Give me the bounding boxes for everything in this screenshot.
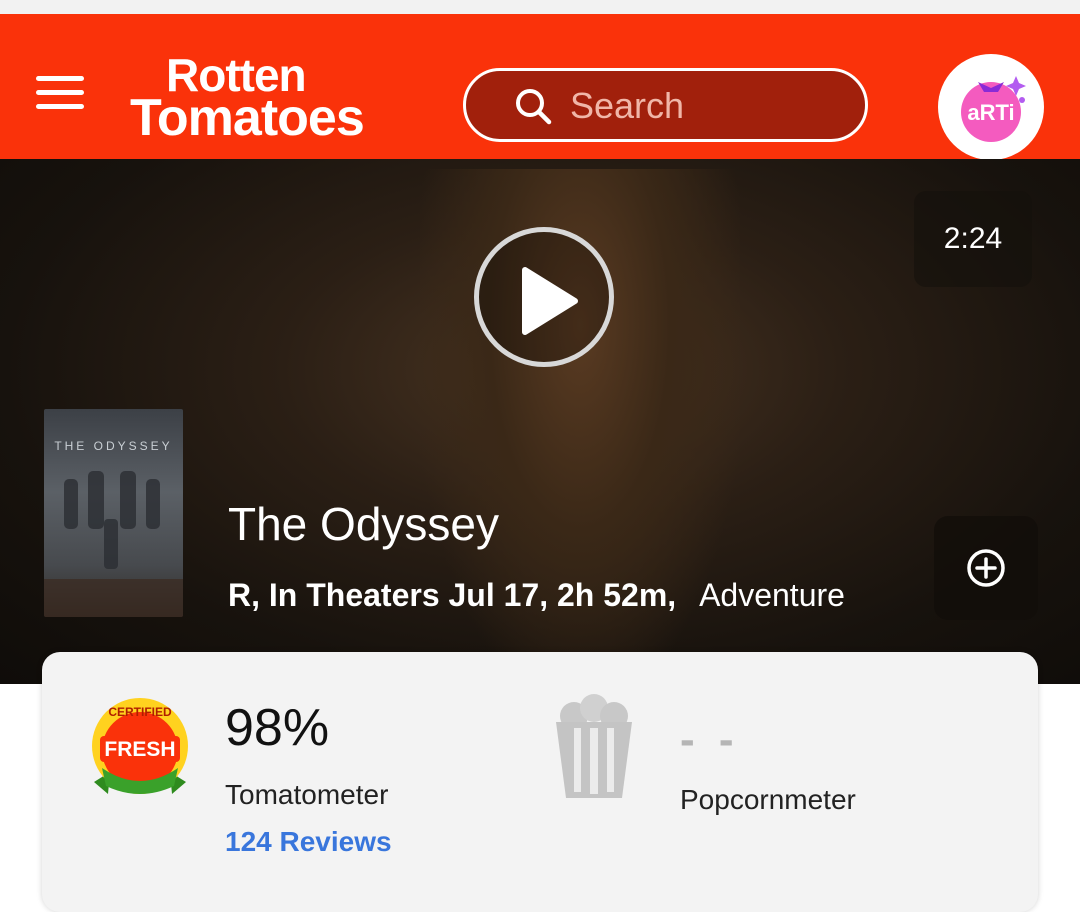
status-strip <box>0 0 1080 14</box>
certified-fresh-icon: CERTIFIED FRESH <box>92 698 188 794</box>
badge-middle-text: FRESH <box>104 738 175 761</box>
video-hero[interactable]: 2:24 THE ODYSSEY The Odyssey R, In Theat… <box>0 159 1080 684</box>
rotten-tomatoes-logo[interactable]: Rotten Tomatoes <box>130 52 420 147</box>
reviews-link[interactable]: 124 Reviews <box>225 825 392 859</box>
movie-genre: Adventure <box>699 577 845 613</box>
arti-logo-icon: aRTi <box>961 76 1026 142</box>
tomatometer-score: 98% <box>225 699 330 757</box>
popcornmeter-label: Popcornmeter <box>680 784 856 815</box>
site-header: Rotten Tomatoes Search aRTi <box>0 14 1080 160</box>
badge-top-text: CERTIFIED <box>108 705 172 719</box>
popcorn-bucket-icon <box>556 694 632 798</box>
movie-meta: R, In Theaters Jul 17, 2h 52m, Adventure <box>228 573 845 617</box>
search-bar[interactable]: Search <box>463 68 868 142</box>
movie-rating-release-runtime: R, In Theaters Jul 17, 2h 52m, <box>228 577 677 613</box>
search-placeholder: Search <box>570 85 685 126</box>
movie-title: The Odyssey <box>228 498 499 550</box>
search-icon <box>516 89 552 125</box>
movie-poster[interactable]: THE ODYSSEY <box>44 409 183 617</box>
score-card: CERTIFIED FRESH 98% Tomatometer 124 Revi… <box>42 652 1038 912</box>
arti-avatar-button[interactable]: aRTi <box>938 54 1044 160</box>
tomatometer-label: Tomatometer <box>225 779 389 810</box>
avatar-text: aRTi <box>967 100 1014 125</box>
poster-art <box>44 471 183 617</box>
menu-icon[interactable] <box>36 72 84 112</box>
logo-line-2: Tomatoes <box>130 89 365 147</box>
play-icon <box>522 267 578 335</box>
play-button[interactable] <box>474 227 614 367</box>
plus-circle-icon <box>967 549 1005 587</box>
popcornmeter-score: - - <box>680 715 740 764</box>
video-duration: 2:24 <box>914 191 1032 287</box>
add-to-watchlist-button[interactable] <box>934 516 1038 620</box>
